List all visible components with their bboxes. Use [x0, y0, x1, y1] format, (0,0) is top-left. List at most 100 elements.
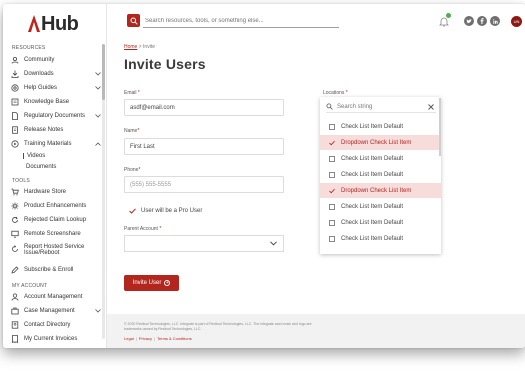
parent-account-label: Parent Account * — [124, 226, 162, 232]
location-option-selected[interactable]: Dropdown Check List Item — [320, 135, 441, 150]
location-option-label: Check List Item Default — [341, 203, 404, 210]
breadcrumb-current: Invite — [143, 44, 155, 50]
add-circle-icon: + — [164, 280, 171, 286]
checkbox[interactable] — [329, 123, 335, 130]
search-icon — [130, 17, 138, 25]
sidebar-section-tools: TOOLS — [12, 178, 30, 184]
chevron-up-icon[interactable] — [94, 140, 102, 148]
footer-link-privacy[interactable]: Privacy — [139, 336, 152, 341]
contact-icon — [10, 320, 20, 330]
location-option[interactable]: Check List Item Default — [320, 119, 441, 134]
checkmark-icon[interactable] — [329, 140, 335, 146]
sidebar-item-regulatory-documents[interactable]: Regulatory Documents — [10, 110, 102, 122]
sidebar-scrollbar[interactable] — [102, 44, 105, 339]
sidebar-item-label: Report Hosted Service Issue/Reboot — [24, 244, 85, 256]
parent-account-select[interactable] — [124, 235, 284, 252]
checkbox[interactable] — [329, 203, 335, 210]
checkmark-icon[interactable] — [329, 188, 335, 194]
linkedin-icon[interactable] — [490, 16, 500, 26]
sidebar-item-label: Contact Directory — [24, 322, 71, 328]
sidebar-subitem-videos[interactable]: Videos — [23, 153, 45, 159]
locations-dropdown[interactable]: Search string Check List Item Default Dr… — [320, 97, 441, 254]
copyright-text: © 2020 Redbud Technologies, LLC. Integra… — [124, 322, 312, 331]
sidebar-item-label: Subscribe & Enroll — [24, 267, 74, 273]
sidebar-subitem-documents[interactable]: Documents — [26, 164, 56, 170]
sidebar-item-my-current-invoices[interactable]: My Current Invoices — [10, 333, 102, 345]
location-option[interactable]: Check List Item Default — [320, 151, 441, 166]
invite-user-button[interactable]: Invite User + — [124, 275, 179, 291]
locations-search[interactable]: Search string — [326, 101, 436, 113]
sidebar-item-account-management[interactable]: Account Management — [10, 291, 102, 303]
logo-flame-icon — [28, 15, 40, 32]
name-label: Name* — [124, 128, 140, 134]
sidebar-item-report-hosted-service[interactable]: Report Hosted Service Issue/Reboot — [10, 244, 102, 260]
email-label: Email * — [124, 90, 140, 96]
breadcrumb-separator: > — [138, 44, 142, 50]
sidebar-item-label: Release Notes — [24, 127, 64, 133]
sidebar-item-release-notes[interactable]: Release Notes — [10, 124, 102, 136]
sidebar-item-label: Regulatory Documents — [24, 113, 86, 119]
page-title: Invite Users — [124, 56, 206, 72]
email-field[interactable]: asdf@email.com — [124, 99, 284, 116]
sidebar-item-training-materials[interactable]: Training Materials — [10, 138, 102, 150]
refresh-icon — [10, 215, 20, 225]
twitter-icon[interactable] — [464, 16, 474, 26]
sidebar-item-label: Account Management — [24, 294, 83, 300]
facebook-icon[interactable] — [477, 16, 487, 26]
hub-logo[interactable]: Hub — [27, 13, 87, 36]
notification-button[interactable] — [438, 13, 451, 28]
sidebar-item-downloads[interactable]: Downloads — [10, 68, 102, 80]
user-icon — [10, 292, 20, 302]
footer-link-legal[interactable]: Legal — [124, 336, 134, 341]
checkbox[interactable] — [329, 219, 335, 226]
location-option[interactable]: Check List Item Default — [320, 199, 441, 214]
chevron-down-icon — [270, 241, 277, 246]
search-button[interactable] — [127, 14, 140, 27]
breadcrumb-home-link[interactable]: Home — [124, 44, 137, 50]
sidebar-item-label: Rejected Claim Lookup — [24, 217, 87, 223]
checkbox[interactable] — [329, 171, 335, 178]
pro-user-checkbox[interactable]: User will be a Pro User — [129, 208, 202, 214]
chevron-down-icon[interactable] — [94, 70, 102, 78]
document-icon — [10, 111, 20, 121]
app-window: Hub RESOURCES Community Downloads Help G… — [3, 4, 525, 348]
chevron-down-icon[interactable] — [94, 307, 102, 315]
name-field[interactable]: First Last — [124, 138, 284, 155]
chevron-down-icon[interactable] — [94, 112, 102, 120]
locations-scrollbar[interactable] — [439, 98, 441, 156]
location-option[interactable]: Check List Item Default — [320, 215, 441, 230]
screen-icon — [10, 229, 20, 239]
user-avatar[interactable]: UN — [511, 15, 522, 27]
sidebar-item-hardware-store[interactable]: Hardware Store — [10, 186, 102, 198]
location-option-selected[interactable]: Dropdown Check List Item — [320, 183, 441, 198]
sidebar-item-product-enhancements[interactable]: Product Enhancements — [10, 200, 102, 212]
location-option-label: Check List Item Default — [341, 123, 404, 130]
search-input[interactable] — [143, 14, 339, 28]
play-icon — [10, 139, 20, 149]
sidebar-item-help-guides[interactable]: Help Guides — [10, 82, 102, 94]
breadcrumb: Home > Invite — [124, 44, 155, 50]
logo-text: Hub — [41, 13, 79, 35]
checkbox[interactable] — [329, 155, 335, 162]
location-option[interactable]: Check List Item Default — [320, 167, 441, 182]
sidebar-item-rejected-claim-lookup[interactable]: Rejected Claim Lookup — [10, 214, 102, 226]
phone-field[interactable]: (555) 555-5555 — [124, 176, 284, 193]
download-icon — [10, 69, 20, 79]
sidebar-scrollbar-thumb[interactable] — [102, 44, 105, 100]
location-option[interactable]: Check List Item Default — [320, 231, 441, 246]
sidebar-item-subscribe-enroll[interactable]: Subscribe & Enroll — [10, 264, 102, 276]
close-icon[interactable] — [428, 103, 434, 110]
sidebar-item-community[interactable]: Community — [10, 54, 102, 66]
location-option-label: Check List Item Default — [341, 235, 404, 242]
community-icon — [10, 55, 20, 65]
pen-icon — [10, 265, 20, 275]
sidebar-item-case-management[interactable]: Case Management — [10, 305, 102, 317]
sidebar-item-remote-screenshare[interactable]: Remote Screenshare — [10, 228, 102, 240]
sidebar-item-knowledge-base[interactable]: Knowledge Base — [10, 96, 102, 108]
main-content: Home > Invite Invite Users Email * asdf@… — [107, 38, 525, 314]
chevron-down-icon[interactable] — [94, 84, 102, 92]
help-icon — [10, 83, 20, 93]
checkbox[interactable] — [329, 235, 335, 242]
sidebar-item-contact-directory[interactable]: Contact Directory — [10, 319, 102, 331]
footer-link-terms[interactable]: Terms & Conditions — [157, 336, 192, 341]
